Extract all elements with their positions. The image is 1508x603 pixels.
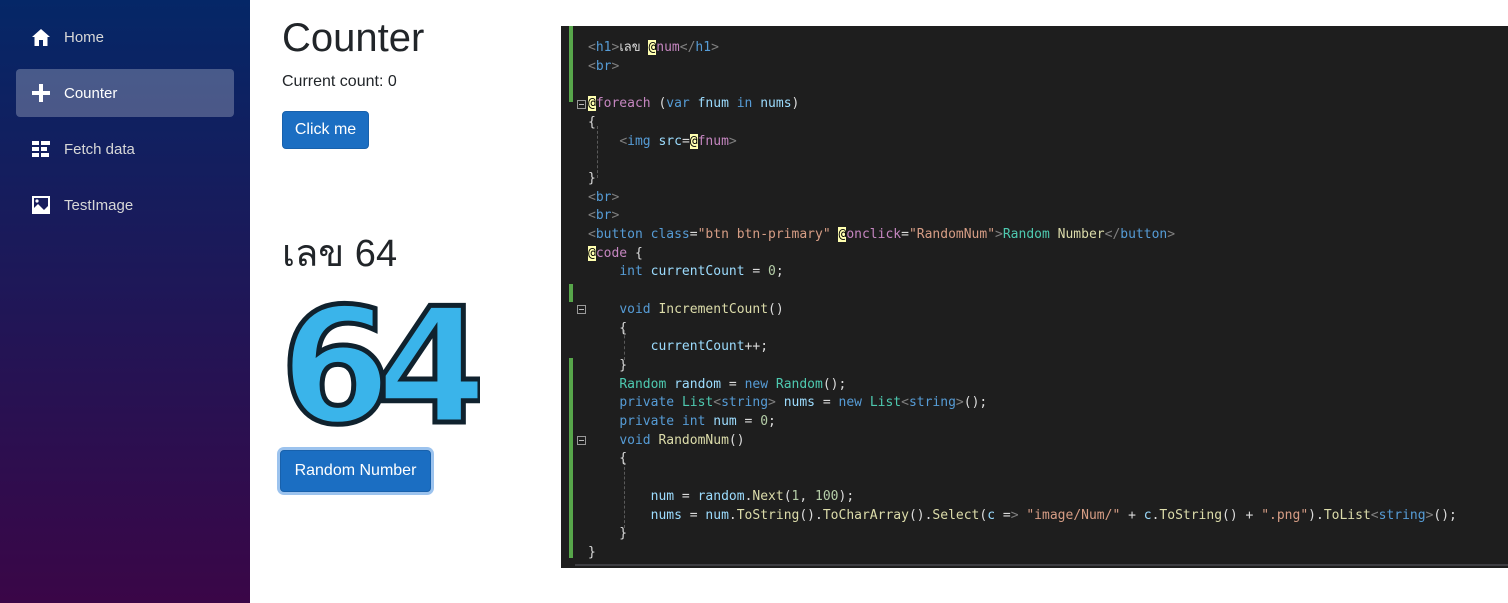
sidebar-item-label: Home [64,28,105,46]
image-icon [31,195,51,215]
app-root: Home Counter Fetch data TestImage Counte… [0,0,1508,603]
code-line: } [588,357,628,373]
code-line: <button class="btn btn-primary" @onclick… [588,227,1176,242]
code-line: void IncrementCount() [619,301,784,317]
code-line: num = random.Next(1, 100); [650,488,855,504]
list-icon [31,139,51,159]
code-line: currentCount++; [650,339,769,355]
collapse-toggle[interactable] [577,100,586,109]
digit-image-4: 4 [376,300,480,435]
change-bar [569,26,573,102]
sidebar-item-counter[interactable]: Counter [16,69,234,117]
sidebar-item-fetch-data[interactable]: Fetch data [16,125,234,173]
current-count-text: Current count: 0 [282,73,397,90]
code-line: { [588,451,628,467]
editor-bottom-border [575,564,1508,566]
digit-image-6: 6 [280,300,391,435]
page-title: Counter [282,16,425,60]
collapse-toggle[interactable] [577,436,586,445]
code-line: @code { [588,245,643,261]
code-editor: <h1>เลข @num</h1> <br> @foreach (var fnum … [561,26,1508,568]
code-line: private List<string> nums = new List<str… [619,395,988,411]
code-line: { [588,114,596,130]
code-line: @foreach (var fnum in nums) [588,96,800,112]
code-line: nums = num.ToString().ToCharArray().Sele… [650,507,1457,523]
code-line: <img src=@fnum> [619,133,737,149]
plus-icon [31,83,51,103]
random-number-button[interactable]: Random Number [280,450,431,492]
code-line: <h1>เลข @num</h1> [588,40,719,55]
code-line: Random random = new Random(); [619,376,847,392]
home-icon [31,27,51,47]
code-line: } [588,544,596,560]
sidebar-item-home[interactable]: Home [16,13,234,61]
code-line: <br> [588,189,620,205]
code-line: int currentCount = 0; [619,264,784,280]
code-line: void RandomNum() [619,432,745,448]
change-bar [569,284,573,302]
sidebar-item-label: TestImage [64,196,134,214]
sidebar: Home Counter Fetch data TestImage [0,0,250,603]
number-heading: เลข 64 [282,233,398,275]
code-line: { [588,320,628,336]
code-line: } [588,526,628,542]
sidebar-item-label: Fetch data [64,140,135,158]
sidebar-item-testimage[interactable]: TestImage [16,181,234,229]
number-images: 6 4 [280,300,480,435]
code-line: private int num = 0; [619,414,776,429]
code-line: } [588,170,596,186]
collapse-toggle[interactable] [577,305,586,314]
code-line: <br> [588,58,620,74]
main-content: Counter Current count: 0 Click me เลข 64… [250,0,561,603]
change-bar [569,358,573,558]
code-line: <br> [588,208,620,224]
sidebar-item-label: Counter [64,84,118,102]
click-me-button[interactable]: Click me [282,111,369,149]
